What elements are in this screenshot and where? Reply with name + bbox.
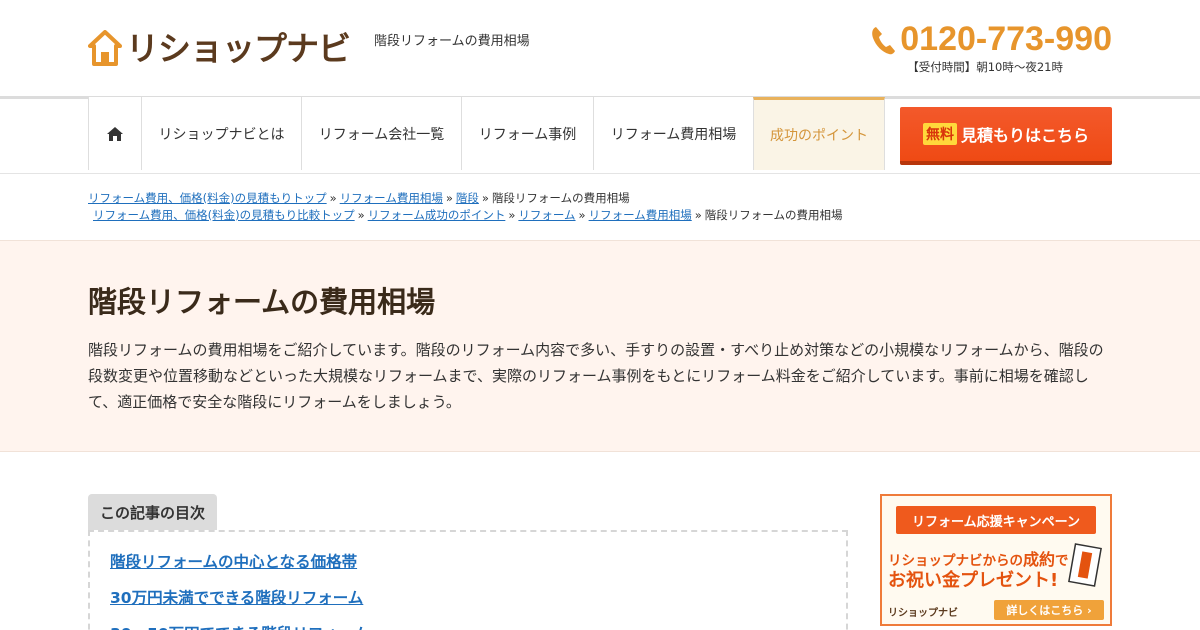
breadcrumb-link[interactable]: リフォーム — [518, 208, 575, 222]
campaign-details-button[interactable]: 詳しくはこちら › — [994, 600, 1104, 620]
phone-icon — [872, 26, 896, 54]
home-icon — [107, 126, 123, 141]
table-of-contents: 階段リフォームの中心となる価格帯 30万円未満でできる階段リフォーム 30～50… — [88, 530, 848, 630]
page-description: 階段リフォームの費用相場をご紹介しています。階段のリフォーム内容で多い、手すりの… — [88, 341, 1104, 411]
page-hero: 階段リフォームの費用相場 階段リフォームの費用相場をご紹介しています。階段のリフ… — [0, 240, 1200, 452]
breadcrumb-link[interactable]: リフォーム費用相場 — [340, 191, 443, 205]
breadcrumb-current: 階段リフォームの費用相場 — [704, 208, 843, 222]
toc-title: この記事の目次 — [88, 494, 218, 530]
breadcrumb-link[interactable]: リフォーム成功のポイント — [368, 208, 506, 222]
breadcrumb-link[interactable]: 階段 — [456, 191, 479, 205]
cta-label: 見積もりはこちら — [960, 126, 1089, 145]
nav-item-about[interactable]: リショップナビとは — [141, 97, 301, 170]
breadcrumb-row: リフォーム費用、価格(料金)の見積もりトップ» リフォーム費用相場» 階段» 階段リフ… — [88, 191, 630, 205]
site-logo[interactable]: リショップナビ — [88, 28, 351, 68]
toc-link[interactable]: 30～50万円でできる階段リフォーム — [110, 622, 369, 630]
site-header: リショップナビ 階段リフォームの費用相場 0120-773-990 【受付時間】… — [0, 0, 1200, 96]
breadcrumb-current: 階段リフォームの費用相場 — [491, 191, 630, 205]
nav-item-success-points[interactable]: 成功のポイント — [753, 97, 885, 170]
campaign-ribbon: リフォーム応援キャンペーン — [896, 506, 1096, 534]
breadcrumb-link[interactable]: リフォーム費用、価格(料金)の見積もり比較トップ — [93, 208, 355, 222]
toc-link[interactable]: 階段リフォームの中心となる価格帯 — [110, 550, 357, 572]
breadcrumb: リフォーム費用、価格(料金)の見積もりトップ» リフォーム費用相場» 階段» 階段リフ… — [88, 190, 842, 224]
phone-contact[interactable]: 0120-773-990 — [870, 20, 1112, 59]
nav-item-prices[interactable]: リフォーム費用相場 — [593, 97, 753, 170]
campaign-banner[interactable]: リフォーム応援キャンペーン リショップナビからの成約で お祝い金プレゼント! リ… — [880, 494, 1112, 626]
free-badge: 無料 — [922, 123, 957, 145]
phone-number: 0120-773-990 — [900, 20, 1112, 58]
nav-home[interactable] — [88, 97, 141, 170]
toc-link[interactable]: 30万円未満でできる階段リフォーム — [110, 586, 363, 608]
breadcrumb-row: リフォーム費用、価格(料金)の見積もり比較トップ» リフォーム成功のポイント» リフ… — [93, 208, 843, 222]
campaign-line2: お祝い金プレゼント! — [888, 570, 1059, 591]
nav-item-cases[interactable]: リフォーム事例 — [461, 97, 593, 170]
breadcrumb-link[interactable]: リフォーム費用、価格(料金)の見積もりトップ — [88, 191, 327, 205]
nav-item-companies[interactable]: リフォーム会社一覧 — [301, 97, 461, 170]
logo-text: リショップナビ — [126, 28, 351, 68]
gift-envelope-icon — [1068, 543, 1102, 587]
main-nav: リショップナビとは リフォーム会社一覧 リフォーム事例 リフォーム費用相場 成功… — [88, 97, 885, 170]
estimate-cta-button[interactable]: 無料 見積もりはこちら — [900, 107, 1112, 165]
header-tagline: 階段リフォームの費用相場 — [374, 34, 530, 49]
house-logo-icon — [88, 30, 122, 66]
page-title: 階段リフォームの費用相場 — [88, 285, 436, 319]
breadcrumb-link[interactable]: リフォーム費用相場 — [589, 208, 692, 222]
banner-logo: リショップナビ — [888, 608, 958, 619]
business-hours: 【受付時間】朝10時～夜21時 — [907, 60, 1063, 74]
